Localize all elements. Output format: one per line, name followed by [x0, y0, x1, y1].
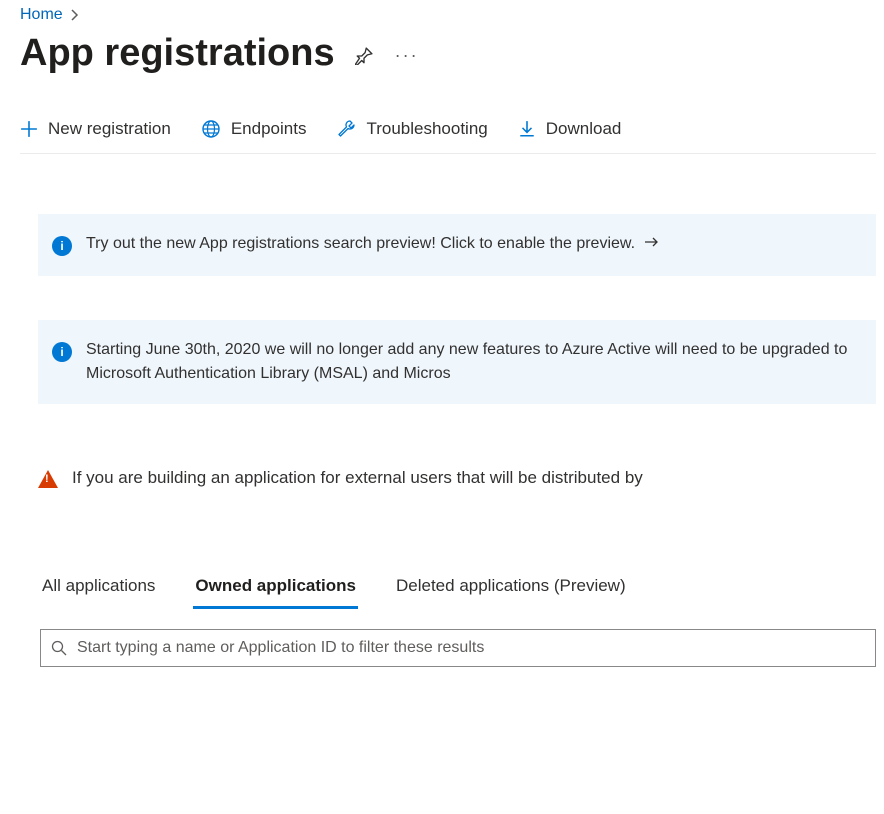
page-title: App registrations: [20, 32, 335, 75]
tab-all-applications[interactable]: All applications: [40, 570, 157, 609]
download-label: Download: [546, 119, 622, 139]
preview-banner[interactable]: i Try out the new App registrations sear…: [38, 214, 876, 276]
plus-icon: [20, 120, 38, 138]
globe-icon: [201, 119, 221, 139]
deprecation-banner: i Starting June 30th, 2020 we will no lo…: [38, 320, 876, 404]
breadcrumb: Home: [20, 0, 876, 32]
new-registration-label: New registration: [48, 119, 171, 139]
pin-icon[interactable]: [355, 47, 373, 65]
tab-deleted-applications[interactable]: Deleted applications (Preview): [394, 570, 628, 609]
more-icon[interactable]: ···: [395, 45, 419, 66]
search-icon: [51, 640, 67, 656]
search-input[interactable]: [77, 639, 865, 657]
download-button[interactable]: Download: [518, 119, 622, 139]
wrench-icon: [336, 119, 356, 139]
new-registration-button[interactable]: New registration: [20, 119, 171, 139]
tabs: All applications Owned applications Dele…: [40, 570, 876, 609]
download-icon: [518, 120, 536, 138]
breadcrumb-home-link[interactable]: Home: [20, 6, 63, 24]
deprecation-banner-text: Starting June 30th, 2020 we will no long…: [86, 338, 862, 386]
page-title-row: App registrations ···: [20, 32, 876, 109]
warning-icon: [38, 470, 58, 488]
endpoints-label: Endpoints: [231, 119, 307, 139]
info-icon: i: [52, 338, 72, 364]
search-box[interactable]: [40, 629, 876, 667]
info-icon: i: [52, 232, 72, 258]
warning-text: If you are building an application for e…: [72, 468, 643, 488]
toolbar: New registration Endpoints Troubleshooti…: [20, 109, 876, 154]
preview-banner-text: Try out the new App registrations search…: [86, 235, 635, 252]
chevron-right-icon: [71, 9, 79, 21]
endpoints-button[interactable]: Endpoints: [201, 119, 307, 139]
warning-message: If you are building an application for e…: [38, 468, 876, 488]
tab-owned-applications[interactable]: Owned applications: [193, 570, 358, 609]
troubleshooting-label: Troubleshooting: [366, 119, 487, 139]
troubleshooting-button[interactable]: Troubleshooting: [336, 119, 487, 139]
arrow-right-icon: [645, 235, 659, 252]
